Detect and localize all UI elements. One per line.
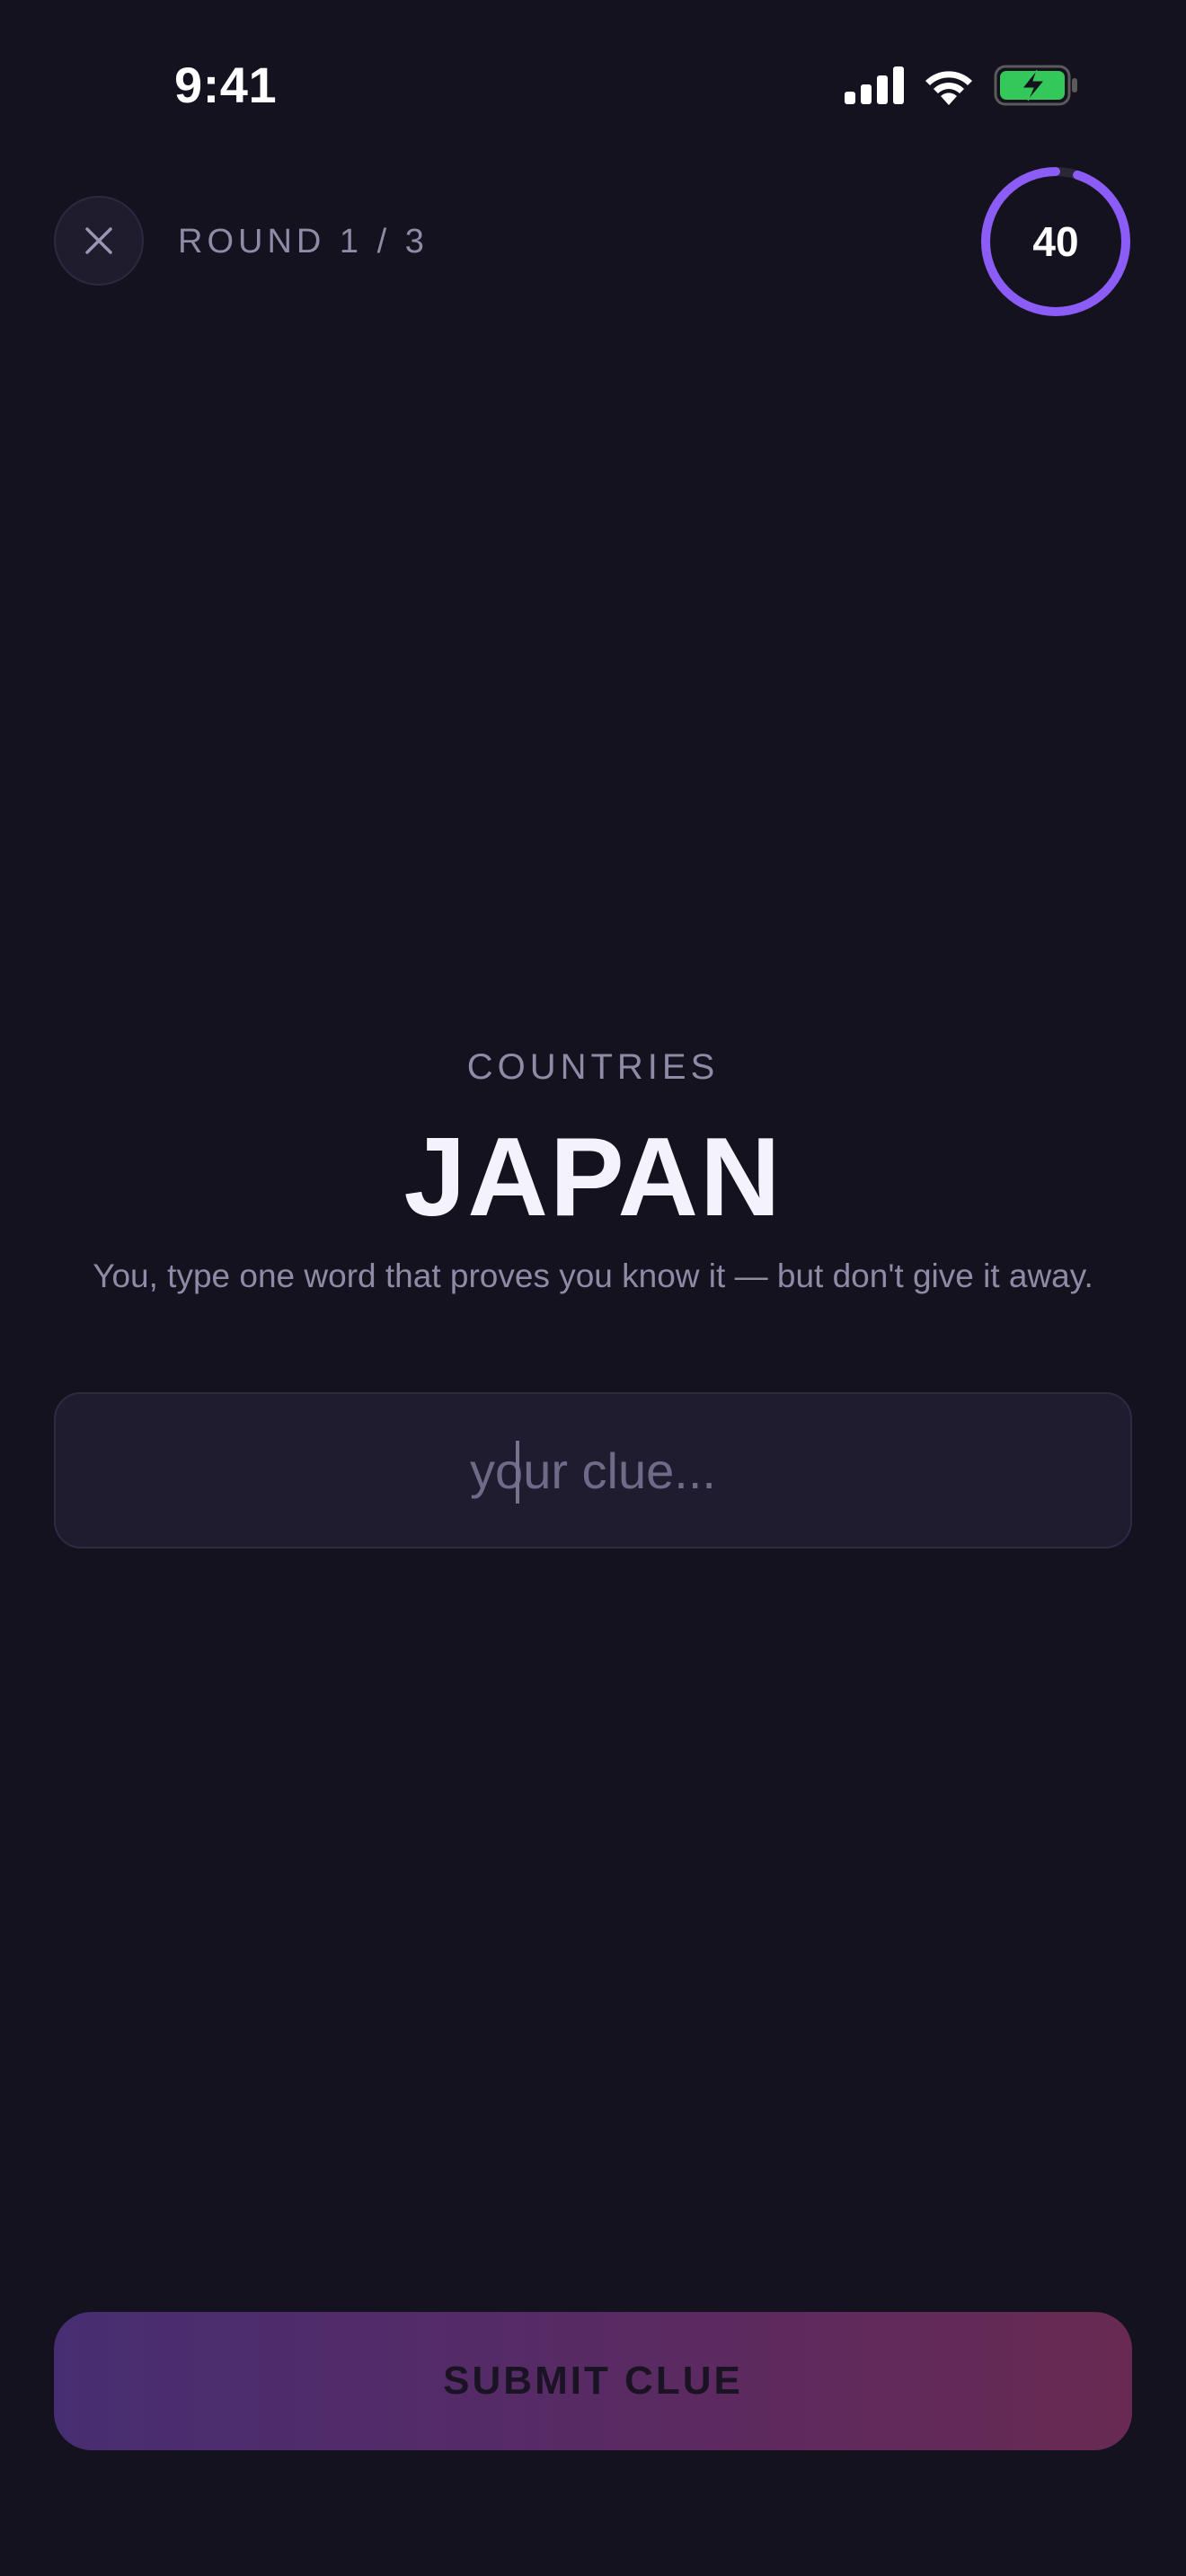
status-time: 9:41 [174,57,278,113]
close-button[interactable] [54,196,144,286]
timer-value: 40 [1032,218,1079,265]
cellular-signal-icon [845,66,904,104]
close-icon [85,227,112,254]
countdown-timer: 40 [979,165,1132,318]
text-caret [516,1441,519,1504]
status-icons [845,65,1078,106]
submit-clue-button[interactable]: SUBMIT CLUE [54,2312,1132,2450]
wifi-icon [925,71,972,105]
battery-charging-icon [994,65,1077,106]
clue-input[interactable] [56,1394,1130,1547]
clue-screen: 9:41 ROUND 1 / 3 40 COUNTRIES JAPAN You,… [0,0,1186,2576]
instruction-text: You, type one word that proves you know … [93,1257,1093,1294]
clue-field[interactable] [54,1392,1132,1548]
category-label: COUNTRIES [466,1047,720,1087]
secret-word: JAPAN [403,1116,783,1239]
round-indicator: ROUND 1 / 3 [178,223,429,260]
